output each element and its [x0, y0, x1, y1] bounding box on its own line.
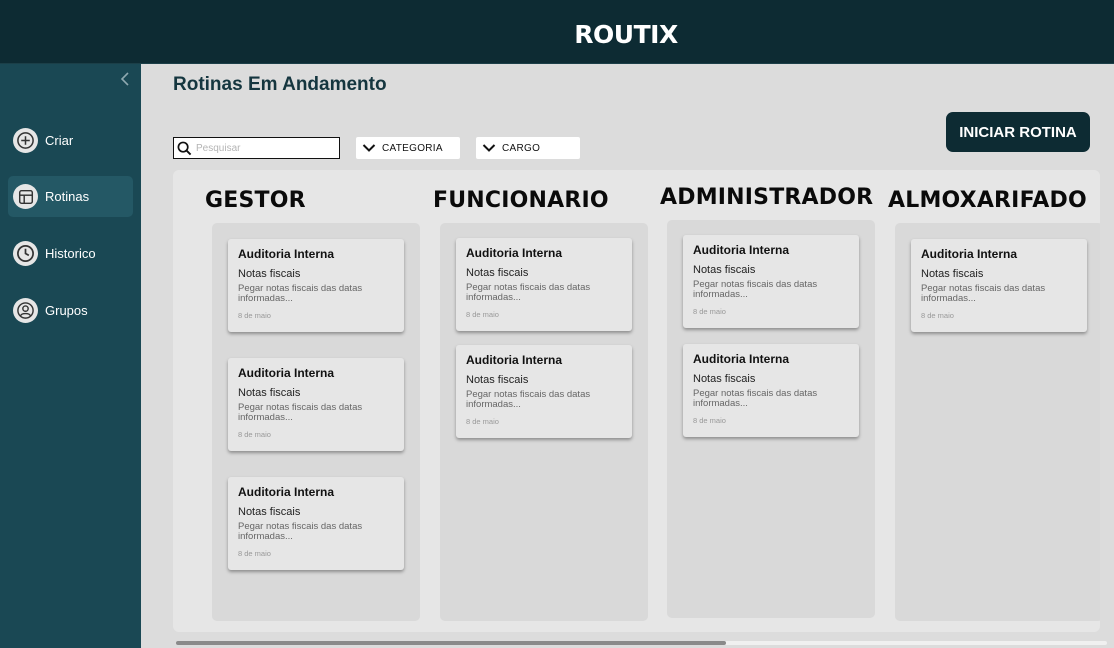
- app-logo: ROUTIX: [574, 20, 678, 49]
- task-card[interactable]: Auditoria Interna Notas fiscais Pegar no…: [683, 235, 859, 328]
- top-bar: ROUTIX: [0, 0, 1114, 64]
- card-date: 8 de maio: [466, 310, 499, 319]
- user-circle-icon: [13, 298, 38, 323]
- card-title: Auditoria Interna: [921, 247, 1018, 261]
- task-card[interactable]: Auditoria Interna Notas fiscais Pegar no…: [911, 239, 1087, 332]
- sidebar-item-label: Criar: [45, 133, 74, 148]
- sidebar-item-grupos[interactable]: Grupos: [8, 290, 133, 331]
- card-subtitle: Notas fiscais: [466, 267, 529, 279]
- plus-circle-icon: [13, 128, 38, 153]
- column-lane-funcionario: Auditoria Interna Notas fiscais Pegar no…: [440, 223, 648, 621]
- search-box[interactable]: [173, 137, 340, 159]
- column-lane-administrador: Auditoria Interna Notas fiscais Pegar no…: [667, 220, 875, 618]
- card-description: Pegar notas fiscais das datas informadas…: [693, 279, 818, 300]
- scrollbar-thumb[interactable]: [176, 641, 726, 645]
- card-date: 8 de maio: [693, 307, 726, 316]
- card-description: Pegar notas fiscais das datas informadas…: [693, 388, 818, 409]
- start-routine-button[interactable]: INICIAR ROTINA: [946, 112, 1090, 152]
- main-content: Rotinas Em Andamento CATEGORIA CARGO INI…: [141, 64, 1114, 648]
- dropdown-label: CATEGORIA: [382, 142, 443, 154]
- task-card[interactable]: Auditoria Interna Notas fiscais Pegar no…: [456, 345, 632, 438]
- sidebar: Criar Rotinas Historico Grupos: [0, 64, 141, 648]
- table-icon: [13, 184, 38, 209]
- card-date: 8 de maio: [693, 416, 726, 425]
- card-subtitle: Notas fiscais: [238, 268, 301, 280]
- chevron-left-icon[interactable]: [116, 70, 134, 88]
- card-title: Auditoria Interna: [693, 352, 790, 366]
- column-title-gestor: GESTOR: [205, 188, 306, 213]
- task-card[interactable]: Auditoria Interna Notas fiscais Pegar no…: [228, 477, 404, 570]
- cargo-dropdown[interactable]: CARGO: [476, 137, 580, 159]
- chevron-down-icon: [362, 144, 376, 152]
- card-subtitle: Notas fiscais: [693, 373, 756, 385]
- card-title: Auditoria Interna: [238, 247, 335, 261]
- card-title: Auditoria Interna: [466, 246, 563, 260]
- card-description: Pegar notas fiscais das datas informadas…: [238, 402, 363, 423]
- categoria-dropdown[interactable]: CATEGORIA: [356, 137, 460, 159]
- column-lane-almoxarifado: Auditoria Interna Notas fiscais Pegar no…: [895, 223, 1100, 621]
- sidebar-item-rotinas[interactable]: Rotinas: [8, 176, 133, 217]
- sidebar-item-criar[interactable]: Criar: [8, 120, 133, 161]
- card-subtitle: Notas fiscais: [921, 268, 984, 280]
- column-lane-gestor: Auditoria Interna Notas fiscais Pegar no…: [212, 223, 420, 621]
- card-description: Pegar notas fiscais das datas informadas…: [466, 389, 591, 410]
- column-title-almoxarifado: ALMOXARIFADO: [888, 188, 1087, 213]
- task-card[interactable]: Auditoria Interna Notas fiscais Pegar no…: [683, 344, 859, 437]
- sidebar-item-label: Rotinas: [45, 189, 90, 204]
- card-title: Auditoria Interna: [693, 243, 790, 257]
- card-description: Pegar notas fiscais das datas informadas…: [238, 283, 363, 304]
- dropdown-label: CARGO: [502, 142, 541, 154]
- chevron-down-icon: [482, 144, 496, 152]
- search-input[interactable]: [196, 142, 336, 154]
- task-card[interactable]: Auditoria Interna Notas fiscais Pegar no…: [228, 239, 404, 332]
- card-date: 8 de maio: [466, 417, 499, 426]
- card-subtitle: Notas fiscais: [466, 374, 529, 386]
- card-title: Auditoria Interna: [466, 353, 563, 367]
- search-icon: [177, 141, 192, 155]
- card-description: Pegar notas fiscais das datas informadas…: [238, 521, 363, 542]
- card-date: 8 de maio: [238, 311, 271, 320]
- card-title: Auditoria Interna: [238, 366, 335, 380]
- card-date: 8 de maio: [238, 549, 271, 558]
- task-card[interactable]: Auditoria Interna Notas fiscais Pegar no…: [456, 238, 632, 331]
- card-subtitle: Notas fiscais: [693, 264, 756, 276]
- clock-icon: [13, 241, 38, 266]
- card-subtitle: Notas fiscais: [238, 387, 301, 399]
- horizontal-scrollbar[interactable]: [176, 641, 1107, 645]
- sidebar-item-historico[interactable]: Historico: [8, 233, 133, 274]
- card-date: 8 de maio: [238, 430, 271, 439]
- column-title-funcionario: FUNCIONARIO: [433, 188, 609, 213]
- column-title-administrador: ADMINISTRADOR: [660, 185, 874, 210]
- card-description: Pegar notas fiscais das datas informadas…: [921, 283, 1046, 304]
- sidebar-item-label: Historico: [45, 246, 96, 261]
- card-description: Pegar notas fiscais das datas informadas…: [466, 282, 591, 303]
- card-date: 8 de maio: [921, 311, 954, 320]
- app-window: ROUTIX Criar Rotinas Historico Grupos Ro…: [0, 0, 1114, 648]
- task-card[interactable]: Auditoria Interna Notas fiscais Pegar no…: [228, 358, 404, 451]
- kanban-board: GESTOR Auditoria Interna Notas fiscais P…: [173, 170, 1100, 632]
- card-title: Auditoria Interna: [238, 485, 335, 499]
- sidebar-item-label: Grupos: [45, 303, 88, 318]
- page-title: Rotinas Em Andamento: [173, 74, 387, 95]
- card-subtitle: Notas fiscais: [238, 506, 301, 518]
